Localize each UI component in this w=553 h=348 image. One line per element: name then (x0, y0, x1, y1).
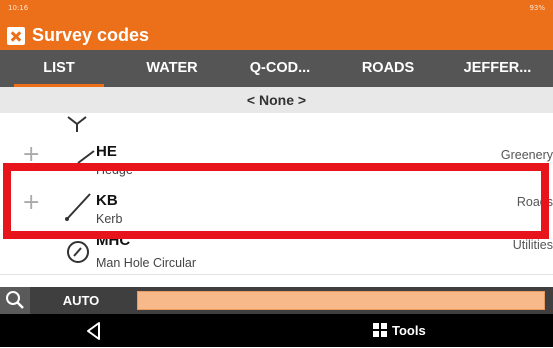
item-description: Man Hole Circular (96, 256, 197, 270)
list-item[interactable]: + HE Hedge Greenery (0, 136, 553, 183)
filter-selector[interactable]: < None > (0, 87, 553, 113)
bottom-toolbar: AUTO (0, 287, 553, 314)
status-battery: 93% (529, 4, 545, 12)
list-item[interactable]: + KB Kerb Roads (0, 182, 553, 229)
page-title: Survey codes (32, 25, 150, 45)
point-symbol-icon (66, 115, 88, 138)
circle-symbol-icon (66, 240, 90, 269)
search-button[interactable] (0, 287, 30, 314)
list-item[interactable]: MHC Man Hole Circular Utilities (0, 228, 553, 275)
tools-button[interactable]: Tools (373, 320, 426, 342)
back-button[interactable] (82, 319, 106, 343)
tab-bar: LIST WATER Q-COD... ROADS JEFFER... (0, 50, 553, 87)
line-symbol-icon (76, 149, 96, 170)
tab-roads[interactable]: ROADS (334, 50, 442, 87)
back-triangle-icon (87, 322, 100, 340)
item-code: MHC (96, 232, 131, 249)
tab-jefferson[interactable]: JEFFER... (442, 50, 553, 87)
navigation-bar: Tools (0, 314, 553, 347)
add-icon[interactable]: + (22, 144, 40, 166)
list-item[interactable] (0, 113, 553, 137)
code-input[interactable] (137, 291, 545, 310)
item-category: Greenery (500, 148, 553, 162)
status-bar: 10:16 93% (0, 0, 553, 22)
grid-icon (373, 323, 387, 337)
add-icon[interactable]: + (22, 192, 40, 214)
line-symbol-icon (64, 190, 94, 227)
status-time: 10:16 (8, 4, 29, 12)
code-list: + HE Hedge Greenery + KB Kerb Roads MHC … (0, 113, 553, 287)
tab-list[interactable]: LIST (0, 50, 118, 87)
item-description: Kerb (96, 212, 123, 226)
item-description: Hedge (96, 163, 133, 177)
auto-button[interactable]: AUTO (31, 287, 131, 314)
item-category: Utilities (512, 238, 553, 252)
item-code: KB (96, 192, 118, 209)
search-icon (6, 291, 24, 309)
tab-water[interactable]: WATER (118, 50, 226, 87)
tab-q-codes[interactable]: Q-COD... (226, 50, 334, 87)
app-logo-icon (7, 27, 25, 45)
tools-label: Tools (392, 323, 426, 338)
item-category: Roads (516, 195, 553, 209)
app-title-bar: Survey codes (0, 22, 553, 50)
item-code: HE (96, 143, 117, 160)
